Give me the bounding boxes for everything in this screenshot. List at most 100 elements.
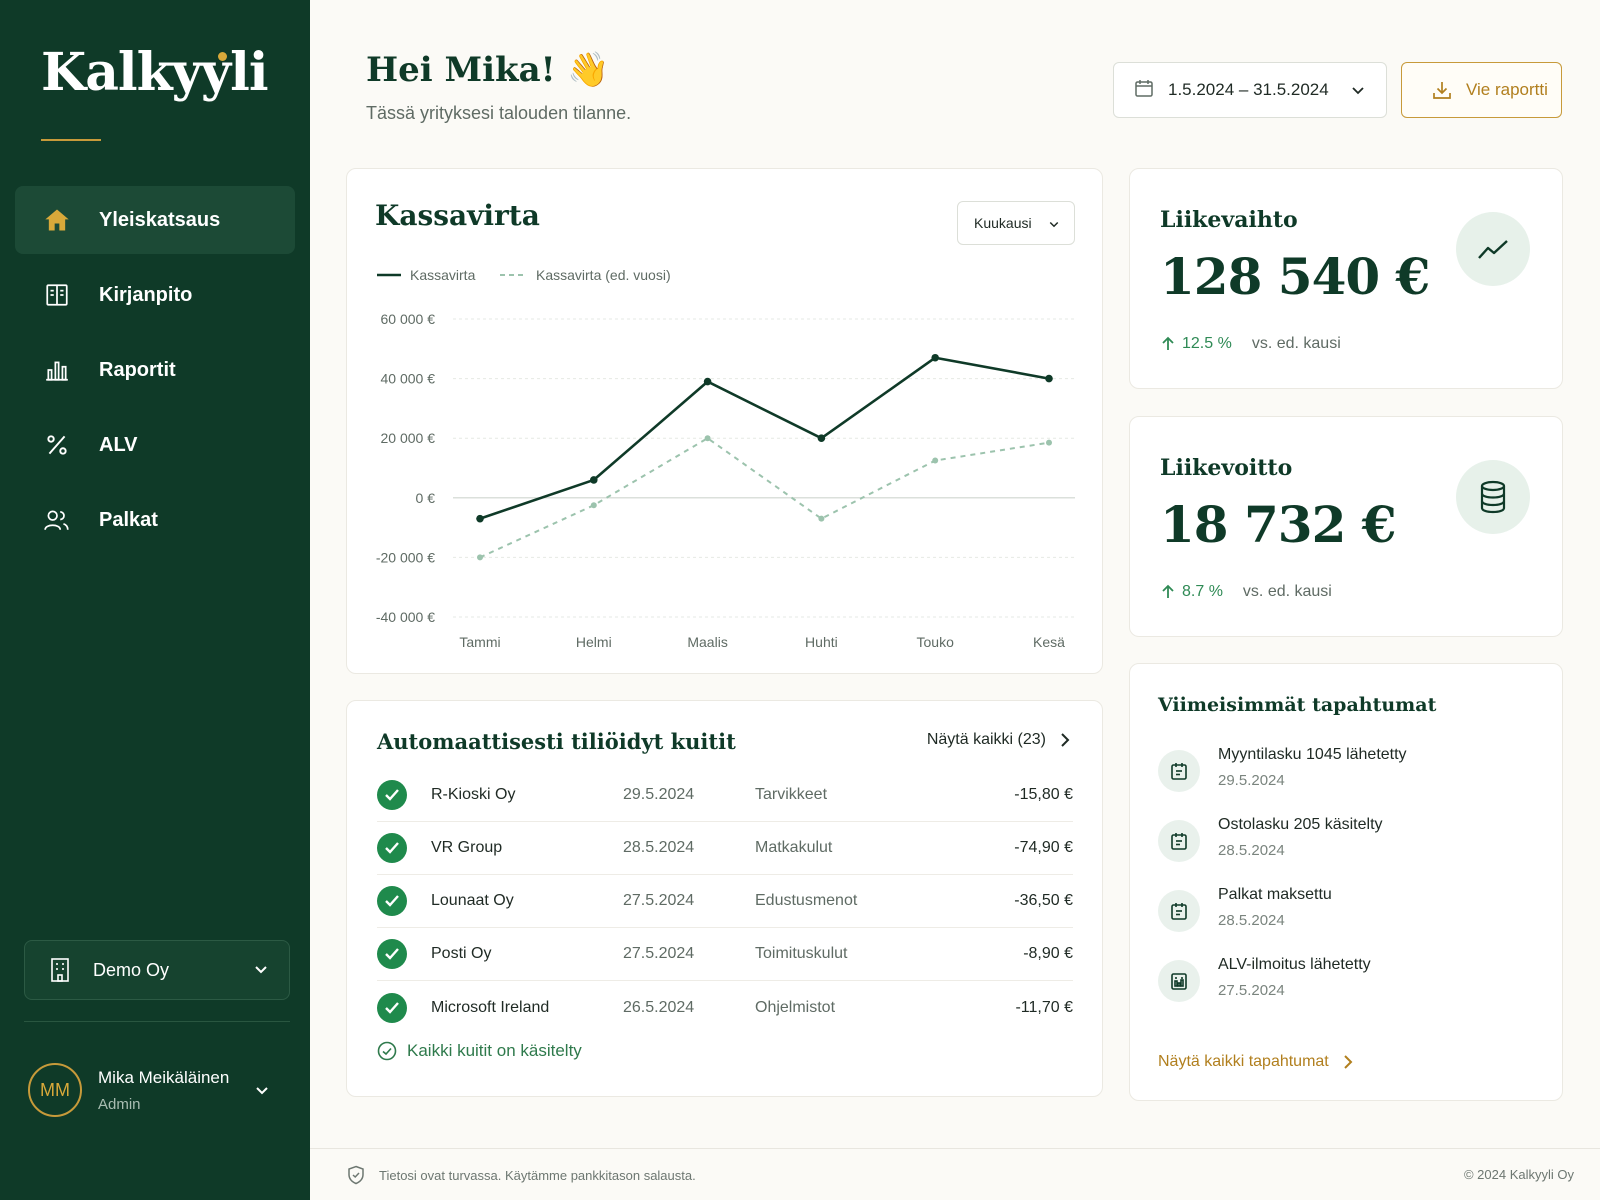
receipt-date: 28.5.2024 xyxy=(623,839,695,856)
avatar: MM xyxy=(28,1063,82,1117)
sidebar-item-raportit[interactable]: Raportit xyxy=(15,336,295,404)
data-point-current[interactable] xyxy=(817,434,826,443)
arrow-up-icon xyxy=(1162,336,1174,350)
kpi-delta: 12.5 % vs. ed. kausi xyxy=(1160,335,1341,353)
data-point-previous[interactable] xyxy=(932,457,939,464)
chevron-right-icon xyxy=(1061,733,1070,747)
kpi-card-profit[interactable]: Liikevoitto 18 732 € 8.7 % vs. ed. kausi xyxy=(1129,416,1563,637)
list-item[interactable]: Palkat maksettu 28.5.2024 xyxy=(1158,886,1538,956)
show-all-label: Näytä kaikki (23) xyxy=(926,731,1046,748)
y-tick-label: -20 000 € xyxy=(376,549,435,565)
data-point-previous[interactable] xyxy=(818,515,825,522)
event-date: 28.5.2024 xyxy=(1218,842,1285,859)
data-point-previous[interactable] xyxy=(704,435,711,442)
date-range-picker[interactable]: 1.5.2024 – 31.5.2024 xyxy=(1113,62,1387,118)
data-point-previous[interactable] xyxy=(477,554,483,561)
ledger-icon xyxy=(41,279,73,311)
y-tick-label: 40 000 € xyxy=(381,371,436,387)
check-icon xyxy=(377,992,407,1023)
receipt-vendor: VR Group xyxy=(431,839,503,856)
sidebar-item-label: Raportit xyxy=(99,358,176,381)
receipts-status-text: Kaikki kuitit on käsitelty xyxy=(407,1041,582,1060)
receipts-show-all-link[interactable]: Näytä kaikki (23) xyxy=(927,731,1070,749)
chevron-down-icon xyxy=(254,1082,270,1103)
sidebar-divider xyxy=(24,1021,290,1022)
kpi-delta-label: vs. ed. kausi xyxy=(1251,335,1341,352)
table-row[interactable]: Microsoft Ireland 26.5.2024 Ohjelmistot -11… xyxy=(377,981,1073,1034)
users-icon xyxy=(41,504,73,536)
sidebar-item-kirjanpito[interactable]: Kirjanpito xyxy=(15,261,295,329)
table-row[interactable]: Posti Oy 27.5.2024 Toimituskulut -8,90 € xyxy=(377,928,1073,981)
user-menu[interactable]: MM Mika Meikäläinen Admin xyxy=(28,1060,290,1120)
table-row[interactable]: R-Kioski Oy 29.5.2024 Tarvikkeet -15,80 € xyxy=(377,769,1073,822)
logo-dot xyxy=(218,52,227,61)
export-label: Vie raportti xyxy=(1466,80,1548,99)
y-tick-label: -40 000 € xyxy=(376,609,435,625)
show-all-label: Näytä kaikki tapahtumat xyxy=(1158,1053,1329,1070)
receipt-vendor: Posti Oy xyxy=(431,945,492,962)
cashflow-chart: Kassavirta Kassavirta (ed. vuosi) 60 000… xyxy=(376,267,1075,650)
event-date: 27.5.2024 xyxy=(1218,982,1285,999)
check-icon xyxy=(377,939,407,969)
data-point-previous[interactable] xyxy=(1046,439,1052,446)
data-point-current[interactable] xyxy=(703,377,712,386)
sidebar-item-palkat[interactable]: Palkat xyxy=(15,486,295,554)
event-name: Palkat maksettu xyxy=(1218,886,1332,903)
cashflow-card: Kassavirta Kuukausi Kassavirta Kassavirt… xyxy=(346,168,1103,674)
app-logo[interactable]: Kalkyyli xyxy=(41,42,269,103)
event-name: Ostolasku 205 käsitelty xyxy=(1218,816,1383,833)
receipts-status: Kaikki kuitit on käsitelty xyxy=(377,1041,582,1061)
invoice-icon xyxy=(1158,750,1200,792)
invoice-icon xyxy=(1158,890,1200,932)
table-row[interactable]: Lounaat Oy 27.5.2024 Edustusmenot -36,50 € xyxy=(377,875,1073,928)
receipt-amount: -36,50 € xyxy=(1014,892,1073,909)
event-name: Myyntilasku 1045 lähetetty xyxy=(1218,746,1407,763)
home-icon xyxy=(41,204,73,236)
event-date: 28.5.2024 xyxy=(1218,912,1285,929)
data-point-current[interactable] xyxy=(1045,374,1053,383)
check-icon xyxy=(377,833,407,863)
sidebar: Kalkyyli Yleiskatsaus Kirjanpito Raporti… xyxy=(0,0,310,1200)
receipt-date: 27.5.2024 xyxy=(623,892,695,909)
arrow-up-icon xyxy=(1162,584,1174,598)
events-show-all-link[interactable]: Näytä kaikki tapahtumat xyxy=(1158,1053,1353,1071)
receipt-amount: -15,80 € xyxy=(1014,786,1073,803)
table-row[interactable]: VR Group 28.5.2024 Matkakulut -74,90 € xyxy=(377,822,1073,875)
page-subtitle: Tässä yrityksesi talouden tilanne. xyxy=(366,103,632,123)
data-point-current[interactable] xyxy=(476,514,484,523)
tax-report-icon xyxy=(1158,960,1200,1002)
receipts-card: Automaattisesti tiliöidyt kuitit Näytä k… xyxy=(346,700,1103,1097)
receipt-category: Ohjelmistot xyxy=(755,998,836,1016)
kpi-card-revenue[interactable]: Liikevaihto 128 540 € 12.5 % vs. ed. kau… xyxy=(1129,168,1563,389)
user-role: Admin xyxy=(98,1095,141,1113)
kpi-delta-value: 12.5 % xyxy=(1182,335,1232,352)
receipt-amount: -8,90 € xyxy=(1023,945,1073,962)
company-name: Demo Oy xyxy=(93,959,170,980)
legend-label-previous: Kassavirta (ed. vuosi) xyxy=(536,267,671,283)
receipt-date: 27.5.2024 xyxy=(623,945,695,962)
receipt-date: 26.5.2024 xyxy=(623,998,695,1016)
data-point-previous[interactable] xyxy=(590,502,597,509)
copyright: © 2024 Kalkyyli Oy xyxy=(1463,1167,1574,1182)
data-point-current[interactable] xyxy=(590,476,598,484)
sidebar-nav: Yleiskatsaus Kirjanpito Raportit ALV Pal… xyxy=(15,186,295,561)
sidebar-item-label: ALV xyxy=(99,433,138,456)
export-report-button[interactable]: Vie raportti xyxy=(1401,62,1562,118)
x-tick-label: Tammi xyxy=(459,634,500,650)
sidebar-item-yleiskatsaus[interactable]: Yleiskatsaus xyxy=(15,186,295,254)
sidebar-item-alv[interactable]: ALV xyxy=(15,411,295,479)
list-item[interactable]: Ostolasku 205 käsitelty 28.5.2024 xyxy=(1158,816,1538,886)
kpi-value: 128 540 € xyxy=(1160,247,1430,306)
footer-divider xyxy=(310,1148,1600,1149)
percent-icon xyxy=(41,429,73,461)
receipts-title: Automaattisesti tiliöidyt kuitit xyxy=(377,729,736,754)
receipt-category: Edustusmenot xyxy=(755,892,858,909)
security-note: Tietosi ovat turvassa. Käytämme pankkita… xyxy=(347,1165,696,1185)
kpi-delta-label: vs. ed. kausi xyxy=(1242,583,1332,600)
list-item[interactable]: ALV-ilmoitus lähetetty 27.5.2024 xyxy=(1158,956,1538,1026)
receipt-vendor: R-Kioski Oy xyxy=(431,786,516,803)
company-selector[interactable]: Demo Oy xyxy=(24,940,290,1000)
receipt-vendor: Microsoft Ireland xyxy=(431,998,550,1016)
data-point-current[interactable] xyxy=(931,353,939,362)
list-item[interactable]: Myyntilasku 1045 lähetetty 29.5.2024 xyxy=(1158,746,1538,816)
